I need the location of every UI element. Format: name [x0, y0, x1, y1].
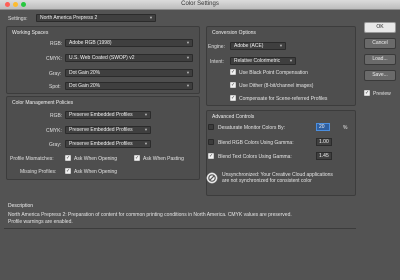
policy-gray-select[interactable]: Preserve Embedded Profiles ▼: [65, 140, 151, 148]
desaturate-label: Desaturate Monitor Colors By:: [218, 125, 285, 131]
settings-label: Settings:: [8, 16, 28, 22]
mismatches-label: Profile Mismatches:: [10, 156, 54, 162]
blend-rgb-checkbox[interactable]: [208, 139, 214, 145]
policy-rgb-select[interactable]: Preserve Embedded Profiles ▼: [65, 111, 151, 119]
ws-spot-value: Dot Gain 20%: [69, 83, 101, 89]
blend-rgb-input[interactable]: 1.00: [316, 138, 332, 146]
conversion-group: [206, 26, 356, 106]
ws-spot-select[interactable]: Dot Gain 20% ▼: [65, 82, 193, 90]
chevron-down-icon: ▼: [144, 112, 148, 117]
settings-select[interactable]: North America Prepress 2 ▼: [36, 14, 156, 22]
load-button[interactable]: Load...: [364, 54, 396, 65]
ws-spot-label: Spot:: [49, 84, 61, 90]
black-point-checkbox[interactable]: [230, 69, 236, 75]
engine-label: Engine:: [208, 44, 225, 50]
sync-message-line2: are not synchronized for consistent colo…: [222, 178, 312, 184]
mismatch-ask-pasting-label: Ask When Pasting: [143, 156, 184, 162]
desaturate-checkbox[interactable]: [208, 124, 214, 130]
policy-rgb-value: Preserve Embedded Profiles: [69, 112, 133, 118]
chevron-down-icon: ▼: [186, 83, 190, 88]
policy-gray-label: Gray:: [49, 142, 62, 148]
ws-gray-value: Dot Gain 20%: [69, 70, 101, 76]
chevron-down-icon: ▼: [279, 43, 283, 48]
chevron-down-icon: ▼: [289, 58, 293, 63]
blend-text-label: Blend Text Colors Using Gamma:: [218, 154, 292, 160]
chevron-down-icon: ▼: [149, 15, 153, 20]
policies-group: [6, 96, 200, 180]
description-line1: North America Prepress 2: Preparation of…: [8, 212, 292, 218]
blend-rgb-label: Blend RGB Colors Using Gamma:: [218, 140, 294, 146]
engine-select[interactable]: Adobe (ACE) ▼: [230, 42, 286, 50]
ws-rgb-label: RGB:: [50, 41, 63, 47]
chevron-down-icon: ▼: [144, 127, 148, 132]
window-title: Color Settings: [181, 1, 219, 7]
policy-cmyk-select[interactable]: Preserve Embedded Profiles ▼: [65, 126, 151, 134]
intent-value: Relative Colorimetric: [234, 58, 281, 64]
intent-select[interactable]: Relative Colorimetric ▼: [230, 57, 296, 65]
ws-rgb-value: Adobe RGB (1998): [69, 40, 112, 46]
chevron-down-icon: ▼: [186, 40, 190, 45]
compensate-label: Compensate for Scene-referred Profiles: [239, 96, 328, 102]
missing-ask-opening-checkbox[interactable]: [65, 168, 71, 174]
chevron-down-icon: ▼: [144, 141, 148, 146]
chevron-down-icon: ▼: [186, 55, 190, 60]
ws-cmyk-value: U.S. Web Coated (SWOP) v2: [69, 55, 135, 61]
chevron-down-icon: ▼: [186, 70, 190, 75]
creative-cloud-icon: [206, 172, 218, 184]
description-title: Description: [8, 203, 34, 209]
intent-label: Intent:: [210, 59, 224, 65]
dither-checkbox[interactable]: [230, 82, 236, 88]
blend-text-input[interactable]: 1.45: [316, 152, 332, 160]
save-button[interactable]: Save...: [364, 70, 396, 81]
ws-rgb-select[interactable]: Adobe RGB (1998) ▼: [65, 39, 193, 47]
blend-text-checkbox[interactable]: [208, 153, 214, 159]
desaturate-unit: %: [343, 125, 348, 131]
title-bar: Color Settings: [0, 0, 400, 10]
missing-ask-opening-label: Ask When Opening: [74, 169, 118, 175]
ws-gray-label: Gray:: [49, 71, 62, 77]
cancel-button[interactable]: Cancel: [364, 38, 396, 49]
black-point-label: Use Black Point Compensation: [239, 70, 308, 76]
policy-cmyk-value: Preserve Embedded Profiles: [69, 127, 133, 133]
desaturate-input[interactable]: 20: [316, 123, 330, 131]
working-spaces-title: Working Spaces: [12, 30, 49, 36]
mismatch-ask-pasting-checkbox[interactable]: [134, 155, 140, 161]
policy-gray-value: Preserve Embedded Profiles: [69, 141, 133, 147]
policy-cmyk-label: CMYK:: [46, 128, 62, 134]
compensate-checkbox[interactable]: [230, 95, 236, 101]
policy-rgb-label: RGB:: [50, 113, 63, 119]
ws-cmyk-select[interactable]: U.S. Web Coated (SWOP) v2 ▼: [65, 54, 193, 62]
preview-checkbox[interactable]: [364, 90, 370, 96]
conversion-title: Conversion Options: [212, 30, 256, 36]
mismatch-ask-opening-label: Ask When Opening: [74, 156, 118, 162]
settings-value: North America Prepress 2: [40, 15, 98, 21]
dither-label: Use Dither (8-bit/channel images): [239, 83, 314, 89]
ok-button[interactable]: OK: [364, 22, 396, 33]
ws-cmyk-label: CMYK:: [46, 56, 62, 62]
preview-label: Preview: [373, 91, 391, 97]
engine-value: Adobe (ACE): [234, 43, 264, 49]
description-panel: [4, 228, 356, 274]
ws-gray-select[interactable]: Dot Gain 20% ▼: [65, 69, 193, 77]
advanced-title: Advanced Controls: [212, 114, 255, 120]
description-line2: Profile warnings are enabled.: [8, 219, 73, 225]
mismatch-ask-opening-checkbox[interactable]: [65, 155, 71, 161]
missing-label: Missing Profiles:: [20, 169, 57, 175]
policies-title: Color Management Policies: [12, 100, 74, 106]
